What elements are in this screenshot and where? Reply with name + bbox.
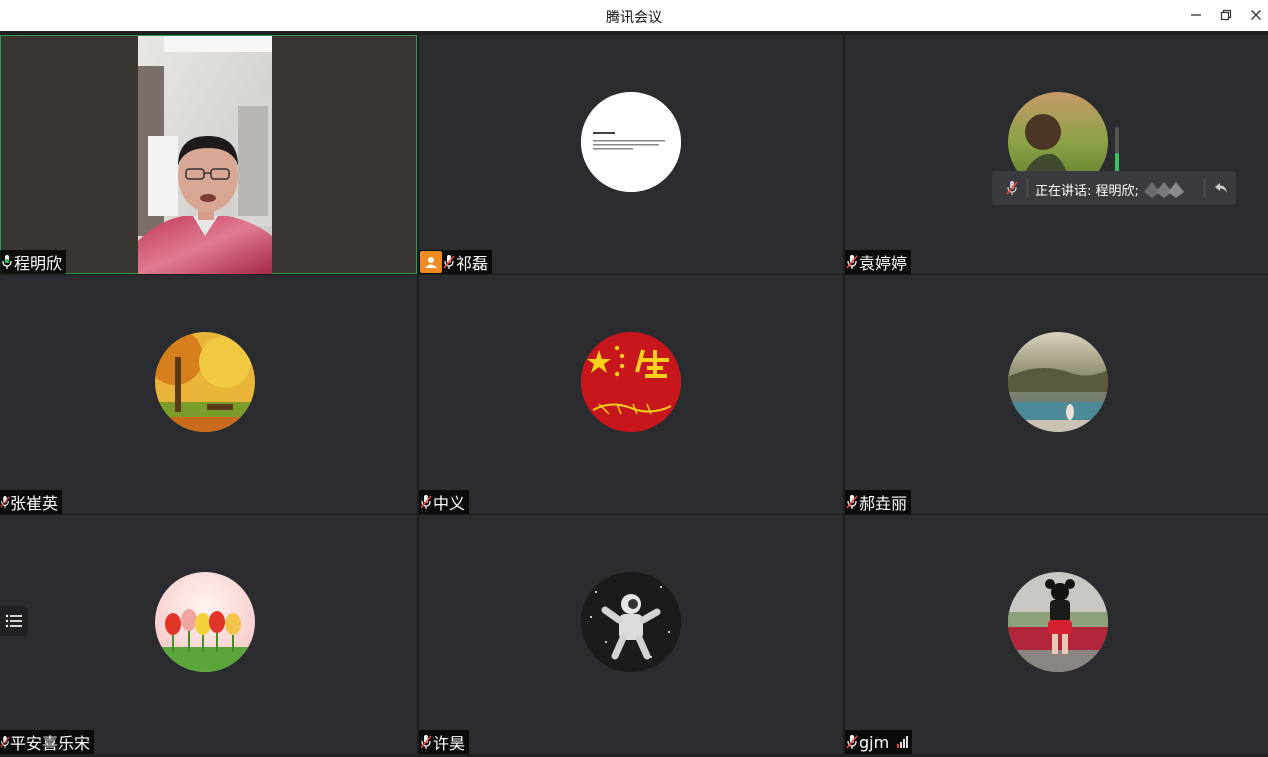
restore-icon xyxy=(1220,9,1232,21)
window-title: 腾讯会议 xyxy=(606,10,662,26)
participant-tile[interactable]: 郝垚丽 xyxy=(845,275,1268,514)
participant-tile[interactable]: 程明欣 xyxy=(0,35,417,274)
restore-button[interactable] xyxy=(1214,4,1238,26)
participant-name: gjm xyxy=(859,732,890,752)
network-signal-icon xyxy=(897,736,909,748)
microphone-muted-icon xyxy=(419,492,433,512)
participant-tile[interactable]: 袁婷婷 xyxy=(845,35,1268,274)
collapse-button[interactable] xyxy=(1210,177,1232,199)
audio-level-indicator xyxy=(1115,127,1119,173)
participant-name-tag: 程明欣 xyxy=(0,250,67,274)
participant-avatar xyxy=(1008,572,1108,672)
minimize-icon xyxy=(1191,14,1201,16)
speaker-avatars xyxy=(1142,178,1190,198)
participant-avatar xyxy=(1008,332,1108,432)
participant-avatar xyxy=(155,332,255,432)
title-bar: 腾讯会议 xyxy=(0,0,1268,31)
microphone-muted-icon xyxy=(845,732,859,752)
participant-list-toggle[interactable] xyxy=(0,606,28,636)
video-grid: 程明欣 祁磊 袁婷婷 张崔英 中义 郝垚丽 平安喜乐宋 许昊 gjm xyxy=(0,34,1268,754)
reply-arrow-icon xyxy=(1215,183,1227,193)
microphone-muted-icon xyxy=(442,252,456,272)
minimize-button[interactable] xyxy=(1184,4,1208,26)
participant-name: 程明欣 xyxy=(14,254,63,273)
speaking-label: 正在讲话: 程明欣; xyxy=(1035,184,1139,199)
participant-name: 袁婷婷 xyxy=(859,254,908,273)
microphone-muted-icon xyxy=(845,252,859,272)
close-icon xyxy=(1251,10,1261,20)
microphone-muted-icon xyxy=(0,732,10,752)
divider xyxy=(1204,179,1205,197)
participant-name-tag: 许昊 xyxy=(419,730,470,754)
mute-all-button[interactable] xyxy=(1000,176,1024,200)
microphone-muted-icon xyxy=(0,492,10,512)
participant-name: 许昊 xyxy=(433,734,466,753)
video-feed xyxy=(138,36,272,274)
participant-name: 中义 xyxy=(433,494,466,513)
participant-name-tag: 祁磊 xyxy=(419,250,493,274)
participant-name-tag: 中义 xyxy=(419,490,470,514)
participant-avatar xyxy=(581,92,681,192)
list-icon xyxy=(5,614,22,628)
participant-name-tag: 平安喜乐宋 xyxy=(0,730,95,754)
participant-tile[interactable]: 祁磊 xyxy=(419,35,843,274)
divider xyxy=(1027,179,1028,197)
participant-name: 祁磊 xyxy=(456,254,489,273)
close-button[interactable] xyxy=(1244,4,1268,26)
speaking-indicator: 正在讲话: 程明欣; xyxy=(992,171,1236,205)
participant-tile[interactable]: 许昊 xyxy=(419,515,843,754)
microphone-muted-icon xyxy=(845,492,859,512)
participant-tile[interactable]: 张崔英 xyxy=(0,275,417,514)
participant-tile[interactable]: 中义 xyxy=(419,275,843,514)
participant-name-tag: 郝垚丽 xyxy=(845,490,912,514)
participant-avatar xyxy=(581,332,681,432)
participant-name: 张崔英 xyxy=(10,494,59,513)
microphone-on-icon xyxy=(0,252,14,272)
microphone-muted-icon xyxy=(1006,181,1018,195)
host-badge-icon xyxy=(420,251,442,273)
participant-tile[interactable]: gjm xyxy=(845,515,1268,754)
participant-name-tag: gjm xyxy=(845,730,913,754)
participant-avatar xyxy=(155,572,255,672)
participant-name: 郝垚丽 xyxy=(859,494,908,513)
participant-name-tag: 袁婷婷 xyxy=(845,250,912,274)
participant-tile[interactable]: 平安喜乐宋 xyxy=(0,515,417,754)
participant-name-tag: 张崔英 xyxy=(0,490,63,514)
participant-avatar xyxy=(581,572,681,672)
microphone-muted-icon xyxy=(419,732,433,752)
participant-name: 平安喜乐宋 xyxy=(10,734,91,753)
